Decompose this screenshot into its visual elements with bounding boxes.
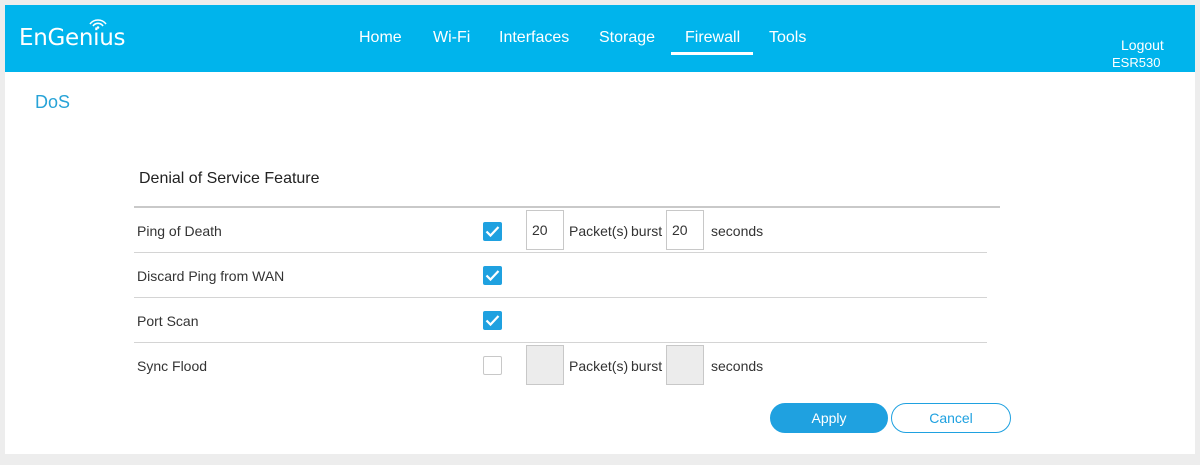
apply-button[interactable]: Apply — [770, 403, 888, 433]
packets-label: Packet(s) — [569, 223, 629, 239]
section-divider — [134, 206, 1000, 208]
check-icon — [485, 270, 500, 282]
check-icon — [485, 226, 500, 238]
nav-wifi[interactable]: Wi-Fi — [433, 29, 470, 47]
active-tab-indicator — [671, 52, 753, 55]
seconds-label: seconds — [711, 223, 764, 239]
seconds-label: seconds — [711, 358, 764, 374]
cancel-button[interactable]: Cancel — [891, 403, 1011, 433]
row-divider — [134, 297, 987, 298]
ping-of-death-packets-input[interactable]: 20 — [526, 210, 564, 250]
row-divider — [134, 342, 987, 343]
sync-flood-burst-input[interactable] — [666, 345, 704, 385]
nav-firewall[interactable]: Firewall — [685, 29, 740, 47]
wifi-icon — [89, 19, 107, 29]
main-content: DoS Denial of Service Feature Ping of De… — [5, 72, 1195, 454]
device-model: ESR530 — [1112, 55, 1161, 70]
logout-link[interactable]: Logout — [1121, 37, 1164, 53]
row-label-ping-of-death: Ping of Death — [137, 223, 222, 239]
checkbox-sync-flood[interactable] — [483, 356, 502, 375]
nav-home[interactable]: Home — [359, 29, 402, 47]
checkbox-port-scan[interactable] — [483, 311, 502, 330]
sync-flood-packets-input[interactable] — [526, 345, 564, 385]
check-icon — [485, 315, 500, 327]
nav-storage[interactable]: Storage — [599, 29, 655, 47]
nav-tools[interactable]: Tools — [769, 29, 806, 47]
checkbox-ping-of-death[interactable] — [483, 222, 502, 241]
nav-interfaces[interactable]: Interfaces — [499, 29, 569, 47]
burst-label: burst — [631, 358, 663, 374]
row-label-discard-ping-from-wan: Discard Ping from WAN — [137, 268, 285, 284]
packets-label: Packet(s) — [569, 358, 629, 374]
section-title: Denial of Service Feature — [139, 170, 320, 187]
top-header: EnGenius Home Wi-Fi Interfaces Storage F… — [5, 5, 1195, 72]
checkbox-discard-ping-from-wan[interactable] — [483, 266, 502, 285]
page-title: DoS — [35, 92, 71, 112]
row-label-port-scan: Port Scan — [137, 313, 199, 329]
burst-label: burst — [631, 223, 663, 239]
brand-logo: EnGenius — [19, 19, 126, 51]
brand-name: EnGenius — [19, 25, 126, 51]
row-label-sync-flood: Sync Flood — [137, 358, 208, 374]
ping-of-death-burst-input[interactable]: 20 — [666, 210, 704, 250]
row-divider — [134, 252, 987, 253]
